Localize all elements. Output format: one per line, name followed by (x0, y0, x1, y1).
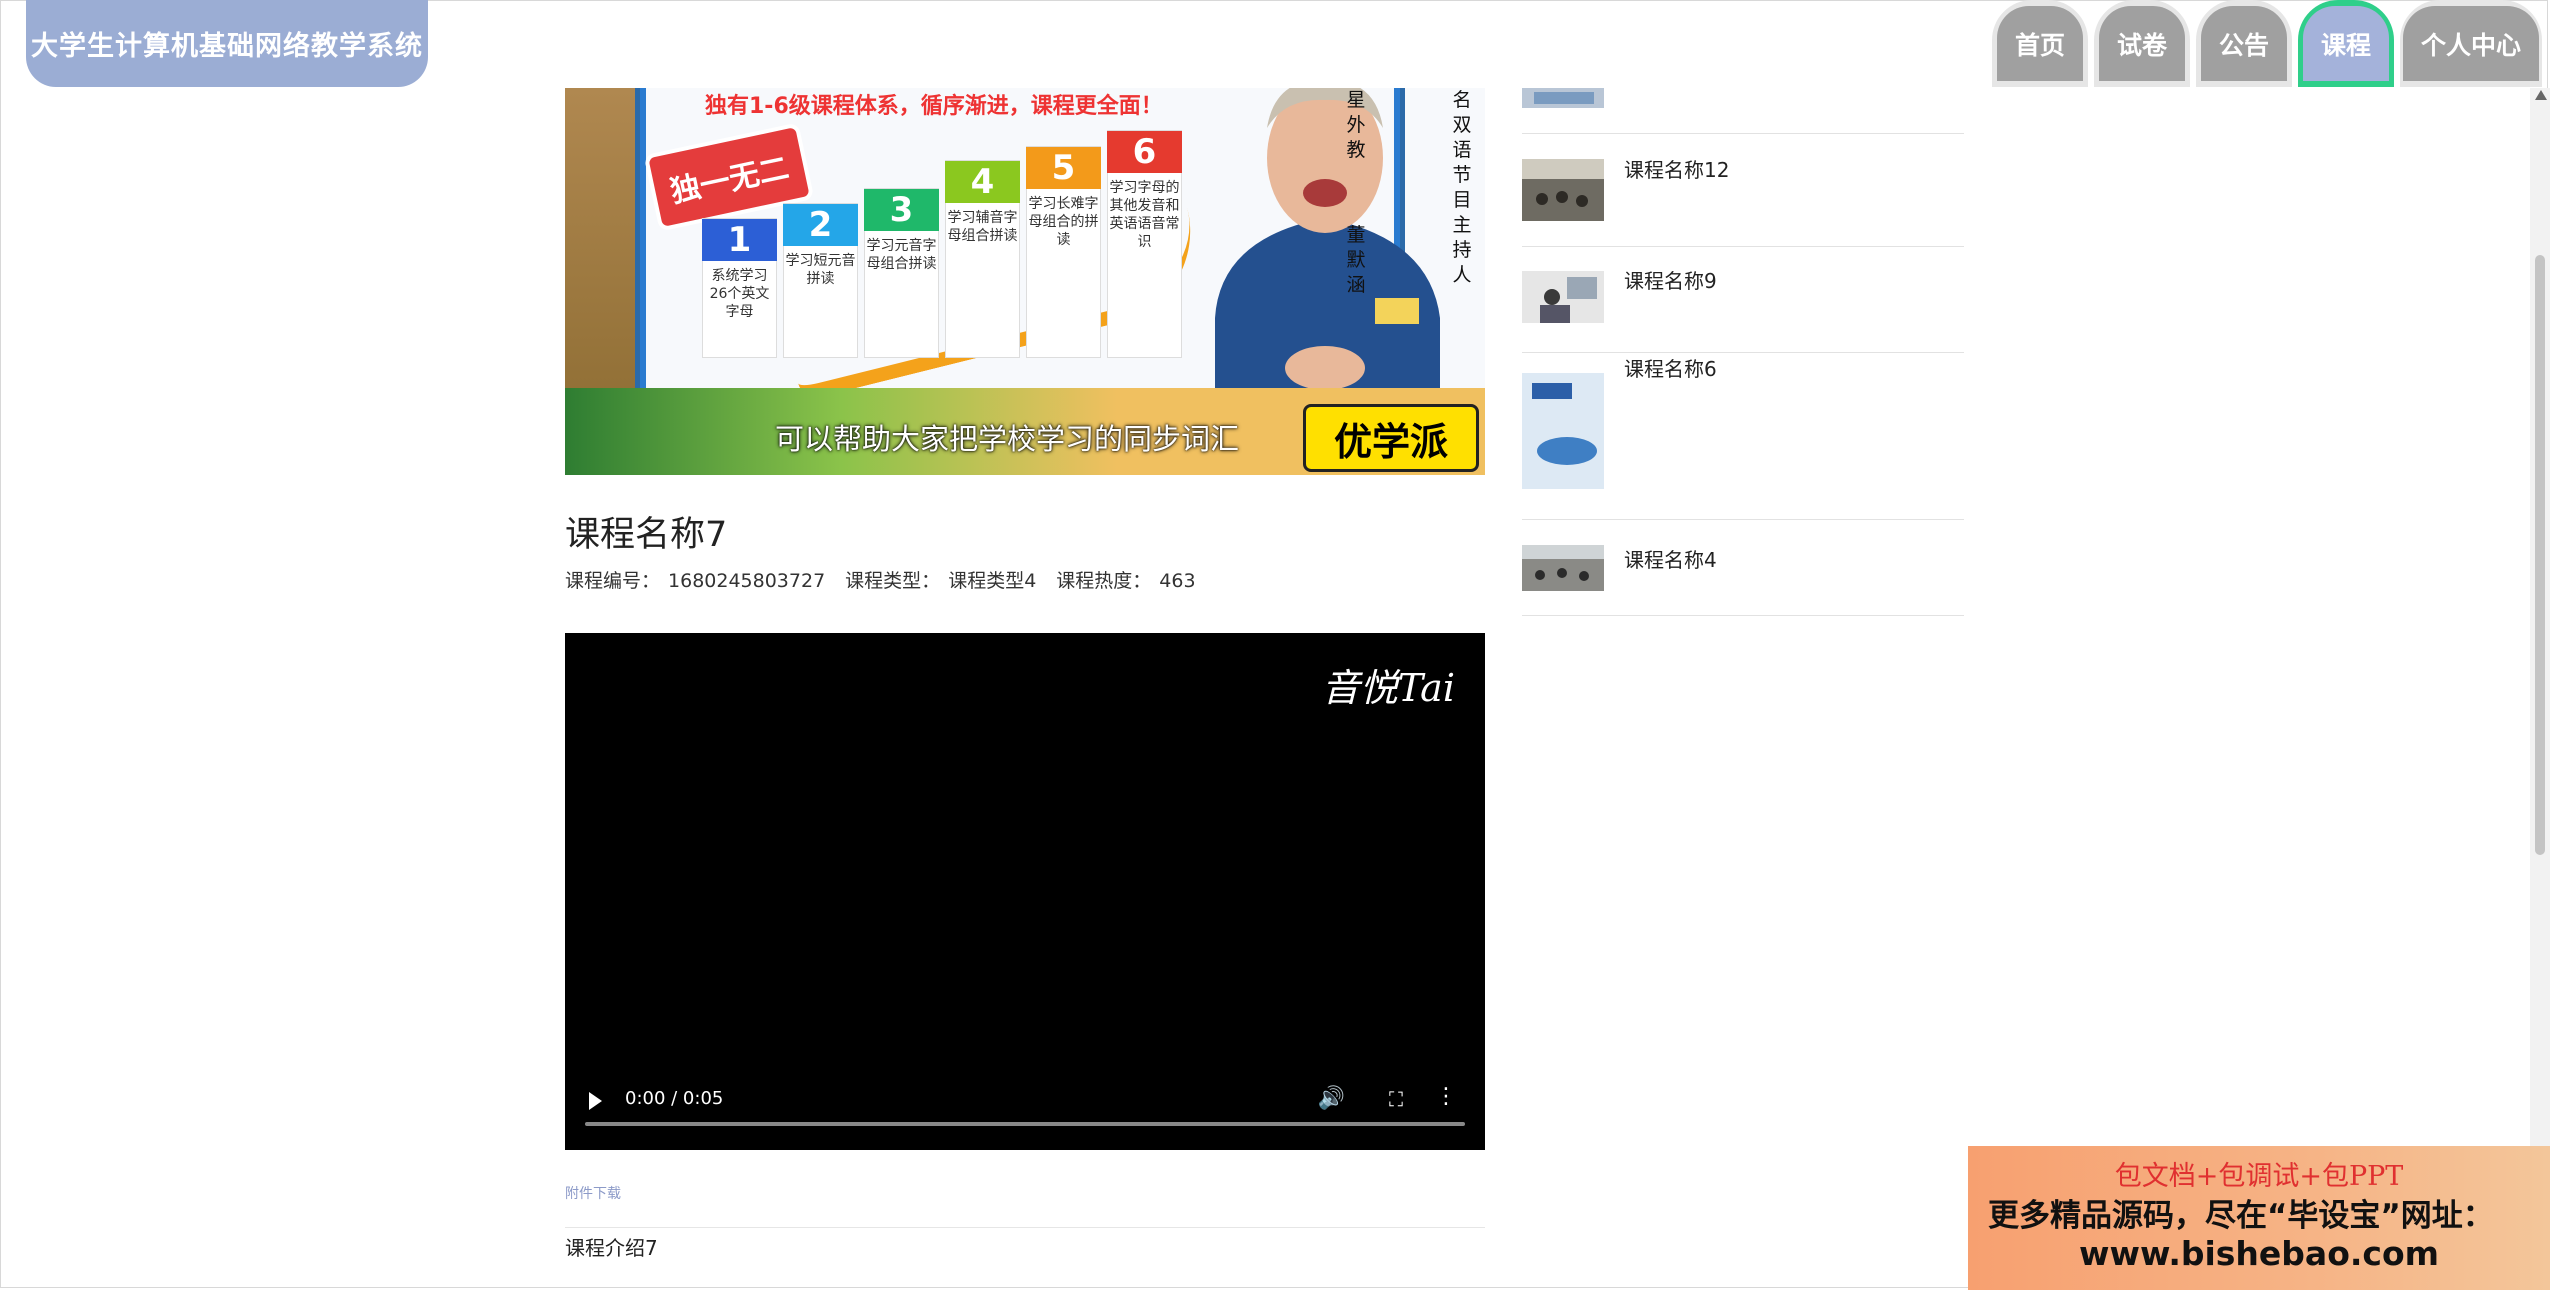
course-thumbnail (1522, 88, 1604, 108)
cover-side-text-2: 董默涵 (1346, 224, 1366, 296)
course-thumbnail (1522, 373, 1604, 489)
cover-brand-logo: 优学派 (1303, 404, 1479, 472)
list-item[interactable] (1522, 88, 1964, 134)
nav-tab-courses-label: 课程 (2302, 6, 2389, 81)
site-title[interactable]: 大学生计算机基础网络教学系统 (26, 0, 428, 87)
list-item[interactable]: 课程名称12 (1522, 134, 1964, 247)
section-divider (565, 1227, 1485, 1228)
course-code: 课程编号： 1680245803727 (565, 566, 825, 593)
ad-line-2: 更多精品源码，尽在“毕设宝”网址： (1988, 1198, 2494, 1234)
nav-tab-papers[interactable]: 试卷 (2094, 0, 2190, 87)
cover-side-text-1: 星外教 (1346, 89, 1366, 161)
cover-step-text: 学习短元音拼读 (785, 253, 856, 287)
video-watermark: 音悦Tai (1321, 666, 1455, 710)
cover-step: 5 学习长难字母组合的拼读 (1026, 146, 1101, 358)
course-thumbnail (1522, 545, 1604, 591)
cover-step-number: 1 (702, 219, 777, 261)
ad-line-3: www.bishebao.com (2078, 1234, 2440, 1273)
cover-step: 1 系统学习26个英文字母 (702, 218, 777, 358)
video-progress-bar[interactable] (585, 1122, 1465, 1126)
cover-step-text: 学习辅音字母组合拼读 (947, 210, 1018, 244)
course-type: 课程类型： 课程类型4 (845, 566, 1036, 593)
course-intro: 课程介绍7 (565, 1236, 658, 1260)
ad-line-1: 包文档+包调试+包PPT (2114, 1161, 2404, 1192)
nav-tab-courses[interactable]: 课程 (2298, 0, 2394, 87)
cover-step-text: 系统学习26个英文字母 (709, 268, 770, 320)
course-popularity: 课程热度： 463 (1056, 566, 1195, 593)
cover-caption: 可以帮助大家把学校学习的同步词汇 (775, 422, 1240, 456)
cover-step: 3 学习元音字母组合拼读 (864, 188, 939, 358)
list-item[interactable]: 课程名称9 (1522, 247, 1964, 353)
fullscreen-icon[interactable]: ⛶ (1389, 1087, 1403, 1111)
nav-tab-profile[interactable]: 个人中心 (2400, 0, 2542, 87)
nav-tab-notices[interactable]: 公告 (2196, 0, 2292, 87)
nav-tab-papers-label: 试卷 (2098, 6, 2185, 81)
attachment-download-link[interactable]: 附件下载 (565, 1183, 621, 1203)
cover-step-number: 4 (945, 161, 1020, 203)
volume-icon[interactable]: 🔊 (1318, 1086, 1345, 1111)
cover-step-text: 学习字母的其他发音和英语语音常识 (1109, 180, 1180, 250)
course-name: 课程名称12 (1624, 158, 1730, 182)
cover-side-text-3: 名双语节目主持人 (1452, 89, 1472, 286)
course-cover-image: 独有1-6级课程体系，循序渐进，课程更全面！ 独一无二 1 系统学习26个英文字… (565, 88, 1485, 475)
cover-slogan: 独有1-6级课程体系，循序渐进，课程更全面！ (705, 94, 1163, 119)
nav-tab-home[interactable]: 首页 (1992, 0, 2088, 87)
cover-step-text: 学习长难字母组合的拼读 (1028, 196, 1099, 248)
course-code-value: 1680245803727 (668, 570, 826, 592)
course-type-label: 课程类型： (845, 570, 941, 592)
nav-tab-notices-label: 公告 (2200, 6, 2287, 81)
main-nav: 首页 试卷 公告 课程 个人中心 (1992, 0, 2542, 87)
video-controls: 0:00 / 0:05 🔊 ⛶ ⋮ (565, 1070, 1485, 1150)
ad-banner[interactable]: 包文档+包调试+包PPT 更多精品源码，尽在“毕设宝”网址： www.bishe… (1968, 1146, 2550, 1290)
cover-step-text: 学习元音字母组合拼读 (866, 238, 937, 272)
course-meta: 课程编号： 1680245803727 课程类型： 课程类型4 课程热度： 463 (565, 566, 1196, 593)
course-type-value: 课程类型4 (948, 570, 1037, 592)
video-player[interactable]: 音悦Tai 0:00 / 0:05 🔊 ⛶ ⋮ (565, 633, 1485, 1150)
course-title: 课程名称7 (565, 515, 728, 555)
video-time: 0:00 / 0:05 (625, 1088, 724, 1109)
course-code-label: 课程编号： (565, 570, 661, 592)
course-name: 课程名称4 (1624, 548, 1717, 572)
course-name: 课程名称9 (1624, 269, 1717, 293)
scroll-up-arrow-icon[interactable] (2535, 90, 2547, 100)
list-item[interactable]: 课程名称6 (1522, 353, 1964, 520)
cover-step-number: 2 (783, 204, 858, 246)
list-item[interactable]: 课程名称4 (1522, 520, 1964, 616)
cover-step: 4 学习辅音字母组合拼读 (945, 160, 1020, 358)
cover-step-number: 6 (1107, 131, 1182, 173)
course-thumbnail (1522, 159, 1604, 221)
course-name: 课程名称6 (1624, 357, 1717, 381)
scrollbar-thumb[interactable] (2535, 255, 2545, 855)
course-popularity-value: 463 (1159, 570, 1196, 592)
cover-step: 6 学习字母的其他发音和英语语音常识 (1107, 130, 1182, 358)
cover-step: 2 学习短元音拼读 (783, 203, 858, 358)
more-vert-icon[interactable]: ⋮ (1435, 1084, 1457, 1109)
cover-step-number: 5 (1026, 147, 1101, 189)
cover-step-number: 3 (864, 189, 939, 231)
play-icon[interactable] (589, 1092, 602, 1110)
nav-tab-profile-label: 个人中心 (2402, 6, 2539, 81)
nav-tab-home-label: 首页 (1996, 6, 2083, 81)
course-thumbnail (1522, 271, 1604, 323)
course-popularity-label: 课程热度： (1056, 570, 1152, 592)
